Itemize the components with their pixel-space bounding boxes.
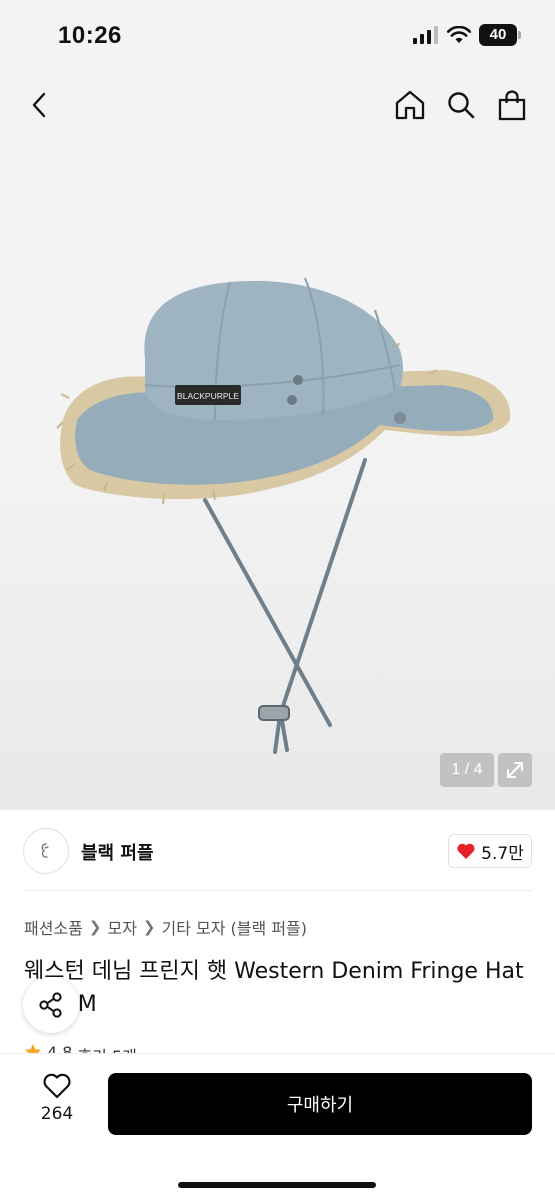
buy-button[interactable]: 구매하기	[108, 1073, 532, 1135]
breadcrumb-item[interactable]: 모자	[107, 915, 136, 939]
battery-level: 40	[489, 26, 507, 43]
wishlist-count: 264	[40, 1104, 74, 1124]
battery-indicator: 40	[479, 24, 521, 46]
expand-image-button[interactable]	[498, 753, 532, 787]
back-icon	[32, 92, 46, 118]
heart-icon	[457, 843, 475, 859]
top-nav	[0, 80, 555, 130]
shop-name[interactable]: 블랙 퍼플	[81, 839, 154, 865]
cart-button[interactable]	[490, 80, 534, 130]
hat-illustration: BLACKPURPLE	[8, 277, 511, 754]
divider	[23, 890, 532, 891]
chevron-right-icon: ❯	[142, 918, 156, 936]
heart-outline-icon	[43, 1073, 71, 1099]
status-time: 10:26	[58, 22, 122, 49]
hat-brand-label: BLACKPURPLE	[177, 391, 239, 401]
expand-icon	[507, 762, 523, 778]
share-icon	[39, 992, 62, 1018]
shop-like-button[interactable]: 5.7만	[448, 834, 532, 868]
share-button[interactable]	[23, 977, 79, 1033]
status-bar: 10:26 40	[0, 0, 555, 70]
breadcrumb-item[interactable]: 패션소품	[24, 915, 83, 939]
status-icons: 40	[413, 24, 521, 46]
breadcrumb-item[interactable]: 기타 모자 (블랙 퍼플)	[162, 915, 308, 939]
bag-icon	[498, 90, 526, 121]
home-button[interactable]	[388, 80, 432, 130]
image-page-indicator: 1 / 4	[440, 753, 494, 787]
shop-logo-icon	[41, 843, 49, 858]
product-image: BLACKPURPLE	[8, 270, 515, 760]
breadcrumb: 패션소품 ❯ 모자 ❯ 기타 모자 (블랙 퍼플)	[24, 915, 307, 939]
shop-like-count: 5.7만	[481, 843, 524, 864]
back-button[interactable]	[18, 80, 62, 130]
home-indicator	[178, 1182, 376, 1188]
signal-icon	[413, 26, 438, 44]
product-title: 웨스턴 데님 프린지 햇 Western Denim Fringe Hat DE…	[24, 959, 524, 1017]
bottom-action-bar: 264 구매하기	[0, 1053, 555, 1200]
search-button[interactable]	[439, 80, 483, 130]
wifi-icon	[447, 26, 471, 43]
product-image-gallery[interactable]: 10:26 40 BLACKPURPLE 1 / 4	[0, 0, 555, 810]
search-icon	[448, 92, 475, 119]
home-icon	[395, 90, 425, 120]
wishlist-button[interactable]: 264	[24, 1072, 90, 1134]
shop-row[interactable]: 블랙 퍼플 5.7만	[0, 812, 555, 890]
shop-avatar[interactable]	[23, 828, 69, 874]
chevron-right-icon: ❯	[88, 918, 102, 936]
